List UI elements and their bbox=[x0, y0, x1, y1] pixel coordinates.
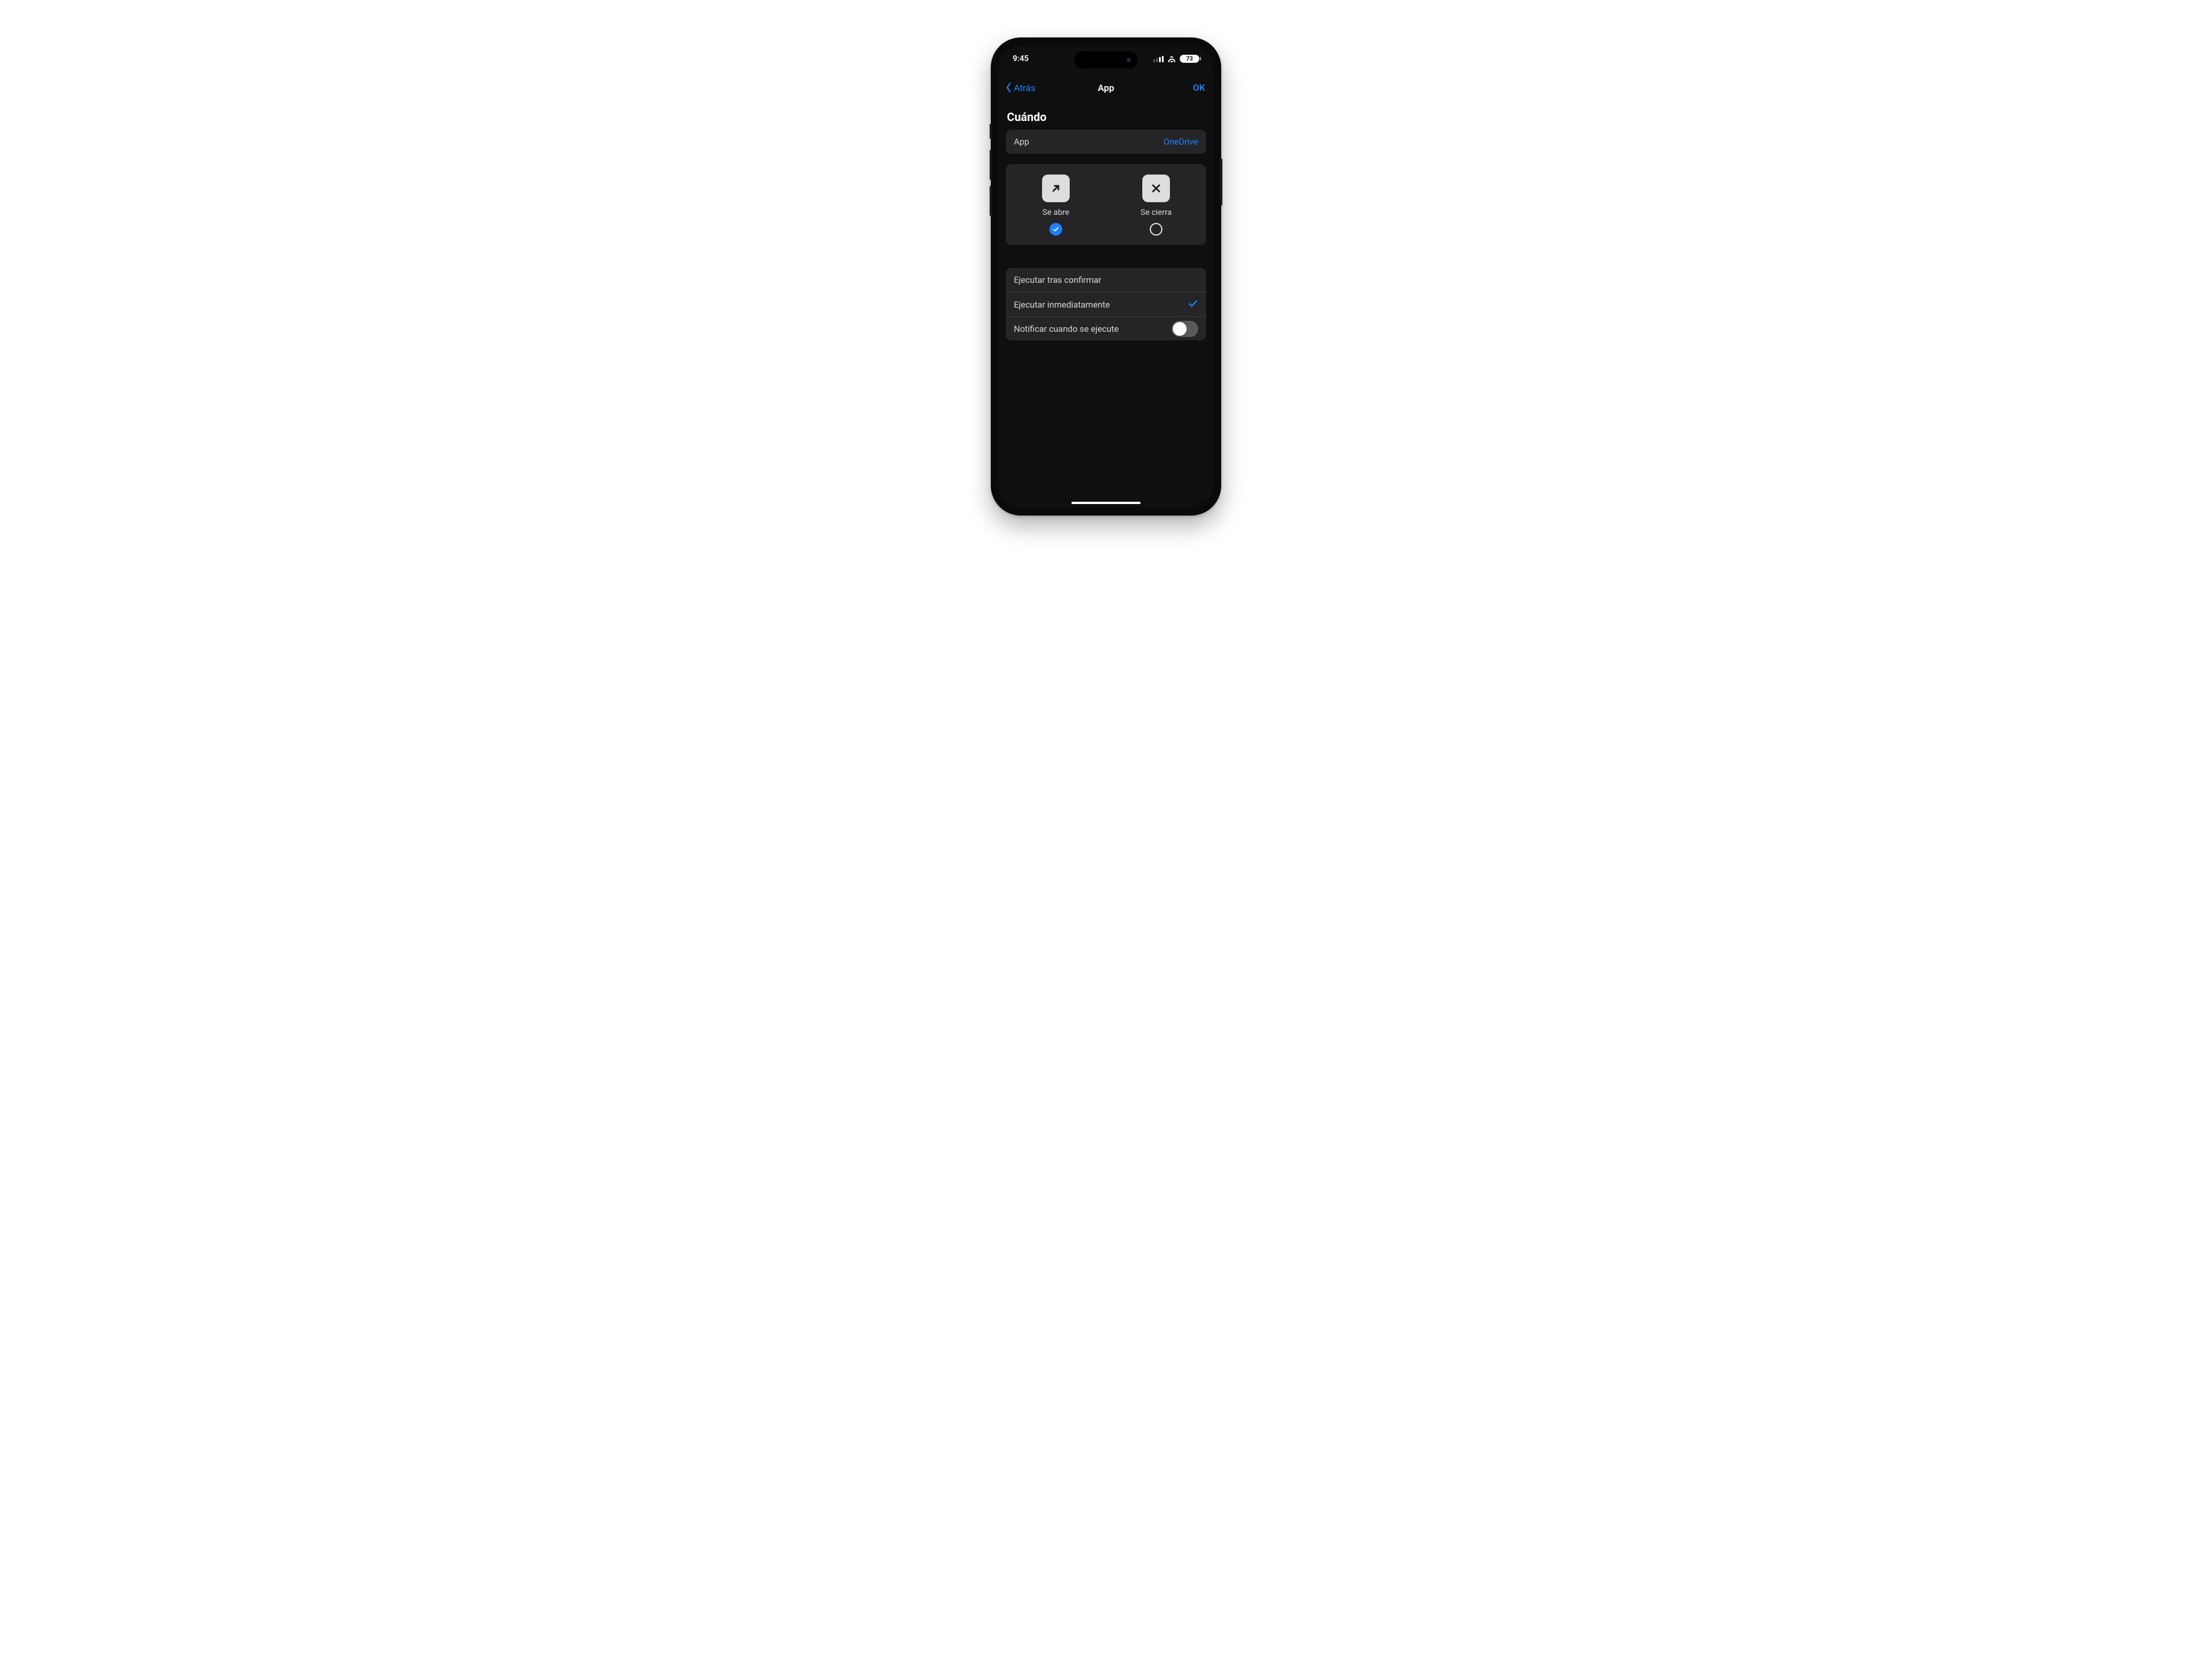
app-select-row[interactable]: App OneDrive bbox=[1006, 130, 1206, 154]
done-button[interactable]: OK bbox=[1193, 82, 1205, 93]
nav-bar: Atrás App OK bbox=[999, 79, 1213, 96]
toggle-knob bbox=[1173, 322, 1187, 336]
run-immediately-row[interactable]: Ejecutar inmediatamente bbox=[1006, 292, 1206, 316]
radio-selected-icon bbox=[1050, 223, 1062, 236]
when-opens-label: Se abre bbox=[1043, 208, 1070, 217]
power-button bbox=[1220, 158, 1222, 206]
run-after-confirm-row[interactable]: Ejecutar tras confirmar bbox=[1006, 268, 1206, 292]
cellular-icon bbox=[1153, 56, 1164, 62]
run-confirm-label: Ejecutar tras confirmar bbox=[1014, 275, 1101, 285]
battery-icon: 73 bbox=[1180, 55, 1199, 63]
status-time: 9:45 bbox=[1013, 54, 1029, 63]
notify-label: Notificar cuando se ejecute bbox=[1014, 324, 1119, 334]
when-card: Se abre Se cierra bbox=[1006, 164, 1206, 245]
when-opens-option[interactable]: Se abre bbox=[1016, 175, 1096, 236]
app-row-label: App bbox=[1014, 137, 1029, 147]
when-closes-label: Se cierra bbox=[1141, 208, 1172, 217]
app-row-value: OneDrive bbox=[1164, 137, 1198, 147]
notify-on-run-row: Notificar cuando se ejecute bbox=[1006, 316, 1206, 340]
vol-down-button bbox=[990, 186, 992, 216]
nav-title: App bbox=[1098, 82, 1114, 93]
content: Cuándo App OneDrive bbox=[999, 101, 1213, 507]
home-indicator[interactable] bbox=[1071, 502, 1141, 504]
run-options-card: Ejecutar tras confirmar Ejecutar inmedia… bbox=[1006, 268, 1206, 340]
close-icon bbox=[1142, 175, 1170, 202]
app-select-card: App OneDrive bbox=[1006, 130, 1206, 154]
check-icon bbox=[1188, 298, 1198, 311]
run-immediate-label: Ejecutar inmediatamente bbox=[1014, 300, 1110, 310]
open-icon bbox=[1042, 175, 1070, 202]
section-title: Cuándo bbox=[1007, 110, 1205, 124]
status-bar: 9:45 73 bbox=[999, 46, 1213, 72]
back-button[interactable]: Atrás bbox=[1005, 82, 1036, 93]
notify-toggle[interactable] bbox=[1172, 321, 1198, 337]
battery-pct: 73 bbox=[1186, 56, 1192, 62]
iphone-mockup: 9:45 73 Atrás bbox=[991, 37, 1221, 516]
radio-unselected-icon bbox=[1150, 223, 1162, 236]
when-closes-option[interactable]: Se cierra bbox=[1116, 175, 1196, 236]
mute-switch bbox=[990, 124, 992, 139]
back-label: Atrás bbox=[1014, 82, 1036, 93]
vol-up-button bbox=[990, 150, 992, 180]
chevron-left-icon bbox=[1005, 82, 1013, 93]
wifi-icon bbox=[1167, 55, 1176, 62]
